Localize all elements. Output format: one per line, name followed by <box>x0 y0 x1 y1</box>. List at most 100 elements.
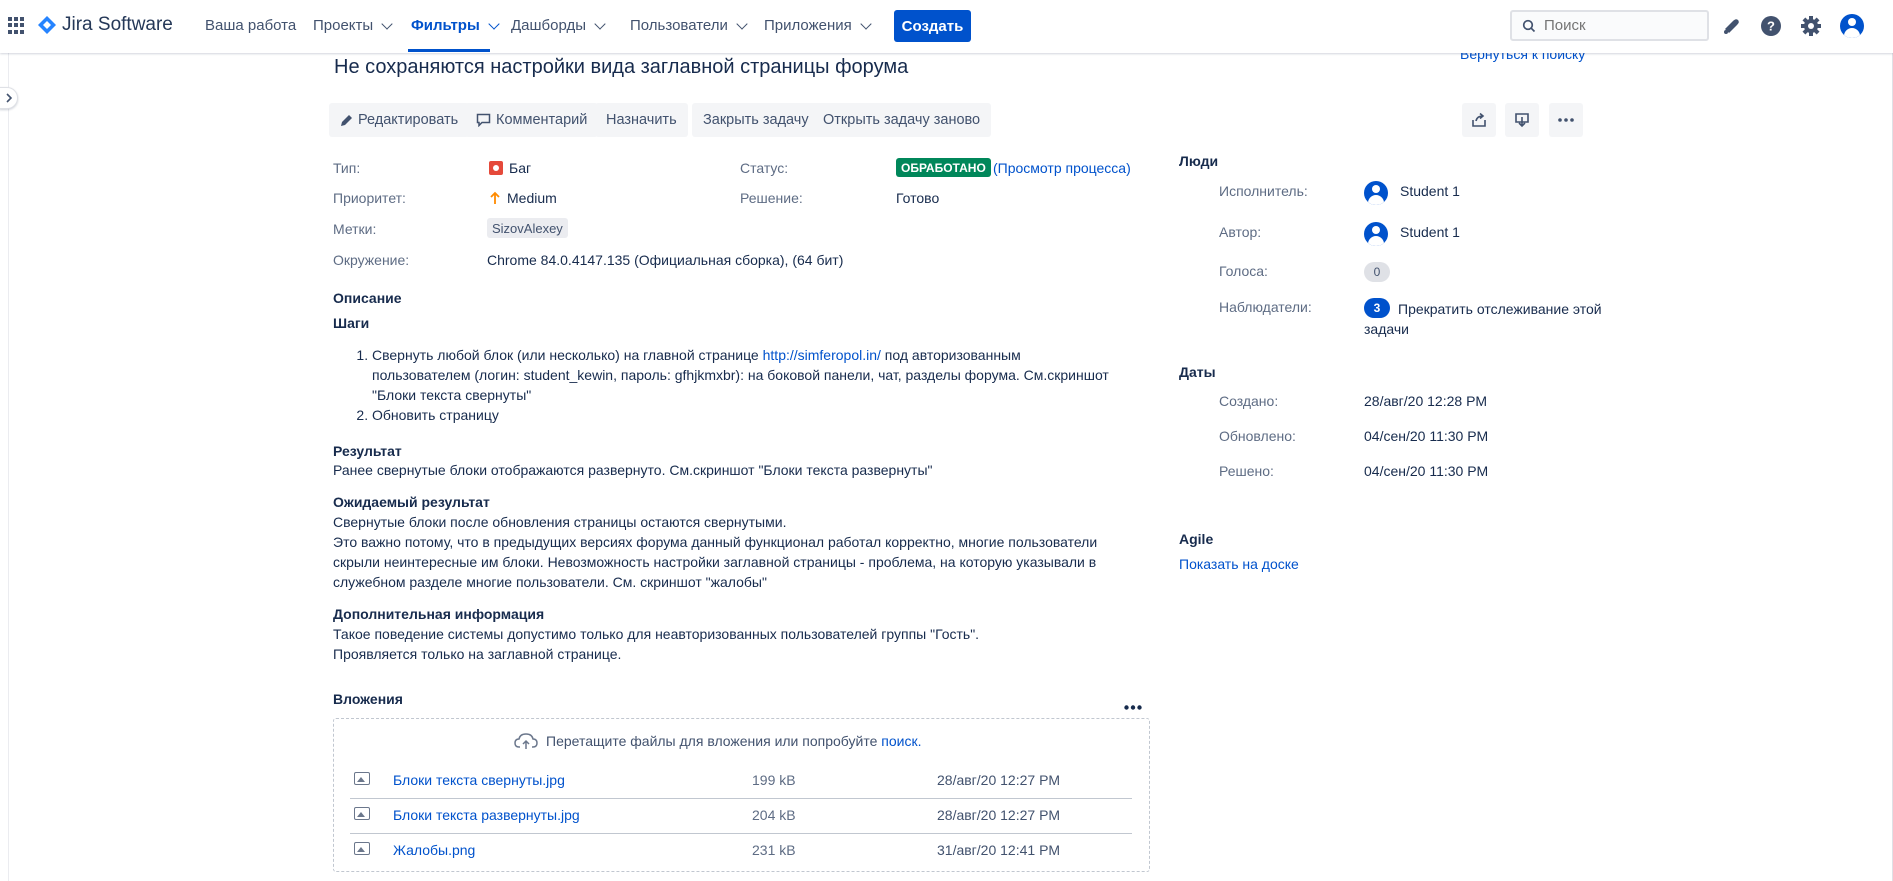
attachments-heading: Вложения <box>333 691 403 707</box>
export-icon <box>1515 113 1529 128</box>
top-navigation: Jira Software Ваша работа Проекты Фильтр… <box>0 0 1893 53</box>
forum-link[interactable]: http://simferopol.in/ <box>763 347 881 363</box>
more-actions-button[interactable] <box>1549 103 1583 137</box>
settings-gear-icon[interactable] <box>1800 15 1822 37</box>
sidebar-divider <box>8 53 9 881</box>
attachment-link[interactable]: Жалобы.png <box>393 842 475 858</box>
environment-label: Окружение: <box>333 252 410 268</box>
steps-heading: Шаги <box>333 315 370 331</box>
svg-text:?: ? <box>1767 19 1775 34</box>
export-button[interactable] <box>1505 103 1539 137</box>
product-name: Jira Software <box>62 14 173 35</box>
assignee-name[interactable]: Student 1 <box>1400 183 1460 199</box>
environment-value: Chrome 84.0.4147.135 (Официальная сборка… <box>487 252 844 268</box>
step-item: Свернуть любой блок (или несколько) на г… <box>372 345 1118 405</box>
priority-label: Приоритет: <box>333 190 406 206</box>
chevron-down-icon <box>488 17 500 30</box>
app-switcher-icon[interactable] <box>8 17 25 34</box>
steps-list: Свернуть любой блок (или несколько) на г… <box>358 345 1118 425</box>
search-icon <box>1522 19 1536 32</box>
drop-hint: Перетащите файлы для вложения или попроб… <box>514 732 921 750</box>
votes-label: Голоса: <box>1219 263 1268 279</box>
priority-medium-arrow-icon <box>490 191 500 204</box>
search-box[interactable] <box>1510 10 1709 41</box>
image-file-icon <box>354 807 370 820</box>
chevron-down-icon <box>860 17 872 30</box>
browse-files-link[interactable]: поиск. <box>881 733 921 749</box>
result-heading: Результат <box>333 443 402 459</box>
nav-apps[interactable]: Приложения <box>764 17 872 34</box>
attachment-size: 231 kB <box>752 842 796 858</box>
type-value: Баг <box>489 160 531 176</box>
votes-count-badge[interactable]: 0 <box>1364 262 1390 282</box>
step-item: Обновить страницу <box>372 405 1118 425</box>
chevron-down-icon <box>381 17 393 30</box>
notifications-icon[interactable] <box>1721 15 1743 37</box>
show-on-board-link[interactable]: Показать на доске <box>1179 556 1299 572</box>
more-icon <box>1124 705 1142 710</box>
jira-logo[interactable]: Jira Software <box>38 14 173 36</box>
nav-dashboards[interactable]: Дашборды <box>511 17 606 34</box>
label-tag[interactable]: SizovAlexey <box>487 218 568 238</box>
nav-projects[interactable]: Проекты <box>313 17 393 34</box>
bug-icon <box>489 161 503 175</box>
attachment-date: 28/авг/20 12:27 PM <box>937 807 1061 823</box>
nav-filters[interactable]: Фильтры <box>411 17 500 34</box>
stop-watching-link[interactable]: Прекратить отслеживание этой задачи <box>1364 299 1624 339</box>
assignee-label: Исполнитель: <box>1219 183 1308 199</box>
extra-info-heading: Дополнительная информация <box>333 606 545 622</box>
comment-button[interactable]: Комментарий <box>465 103 599 137</box>
created-label: Создано: <box>1219 393 1279 409</box>
reporter-label: Автор: <box>1219 224 1262 240</box>
comment-icon <box>476 113 491 127</box>
result-text: Ранее свернутые блоки отображаются разве… <box>333 462 933 478</box>
people-heading: Люди <box>1179 153 1219 169</box>
attachment-row: Блоки текста развернуты.jpg 204 kB 28/ав… <box>350 799 1132 834</box>
chevron-down-icon <box>594 17 606 30</box>
updated-date: 04/сен/20 11:30 PM <box>1364 428 1489 444</box>
attachment-link[interactable]: Блоки текста свернуты.jpg <box>393 772 565 788</box>
create-button[interactable]: Создать <box>894 10 971 42</box>
pencil-icon <box>341 114 352 126</box>
resolution-label: Решение: <box>740 190 803 206</box>
view-workflow-link[interactable]: (Просмотр процесса) <box>993 160 1131 176</box>
share-button[interactable] <box>1462 103 1496 137</box>
edit-button[interactable]: Редактировать <box>329 103 470 137</box>
expand-sidebar-button[interactable] <box>0 87 18 109</box>
resolution-value: Готово <box>896 190 940 206</box>
labels-label: Метки: <box>333 221 377 237</box>
attachment-row: Жалобы.png 231 kB 31/авг/20 12:41 PM <box>350 834 1132 869</box>
attachment-link[interactable]: Блоки текста развернуты.jpg <box>393 807 580 823</box>
dates-heading: Даты <box>1179 364 1216 380</box>
assignee-avatar-icon[interactable] <box>1364 181 1388 205</box>
reporter-avatar-icon[interactable] <box>1364 222 1388 246</box>
extra-info-text: Такое поведение системы допустимо только… <box>333 626 980 662</box>
search-input[interactable] <box>1544 17 1694 34</box>
assign-button[interactable]: Назначить <box>595 103 688 137</box>
reporter-name[interactable]: Student 1 <box>1400 224 1460 240</box>
cloud-upload-icon <box>514 733 538 749</box>
nav-users[interactable]: Пользователи <box>630 17 748 34</box>
attachments-more-button[interactable] <box>1124 697 1142 713</box>
attachment-row: Блоки текста свернуты.jpg 199 kB 28/авг/… <box>350 764 1132 799</box>
jira-logo-icon <box>38 16 56 34</box>
image-file-icon <box>354 842 370 855</box>
chevron-right-icon <box>5 93 12 103</box>
expected-text: Свернутые блоки после обновления страниц… <box>333 514 1098 590</box>
help-icon[interactable]: ? <box>1760 15 1782 37</box>
image-file-icon <box>354 772 370 785</box>
nav-your-work[interactable]: Ваша работа <box>205 17 296 34</box>
attachment-size: 204 kB <box>752 807 796 823</box>
more-icon <box>1558 118 1574 122</box>
status-badge: ОБРАБОТАНО <box>896 158 991 177</box>
chevron-down-icon <box>736 17 748 30</box>
priority-value: Medium <box>489 190 557 206</box>
description-heading: Описание <box>333 290 402 306</box>
close-issue-button[interactable]: Закрыть задачу <box>692 103 820 137</box>
attachment-date: 28/авг/20 12:27 PM <box>937 772 1061 788</box>
profile-avatar-icon[interactable] <box>1840 14 1864 38</box>
watchers-label: Наблюдатели: <box>1219 299 1312 315</box>
share-icon <box>1472 112 1486 127</box>
issue-title: Не сохраняются настройки вида заглавной … <box>334 56 909 78</box>
reopen-issue-button[interactable]: Открыть задачу заново <box>812 103 992 137</box>
